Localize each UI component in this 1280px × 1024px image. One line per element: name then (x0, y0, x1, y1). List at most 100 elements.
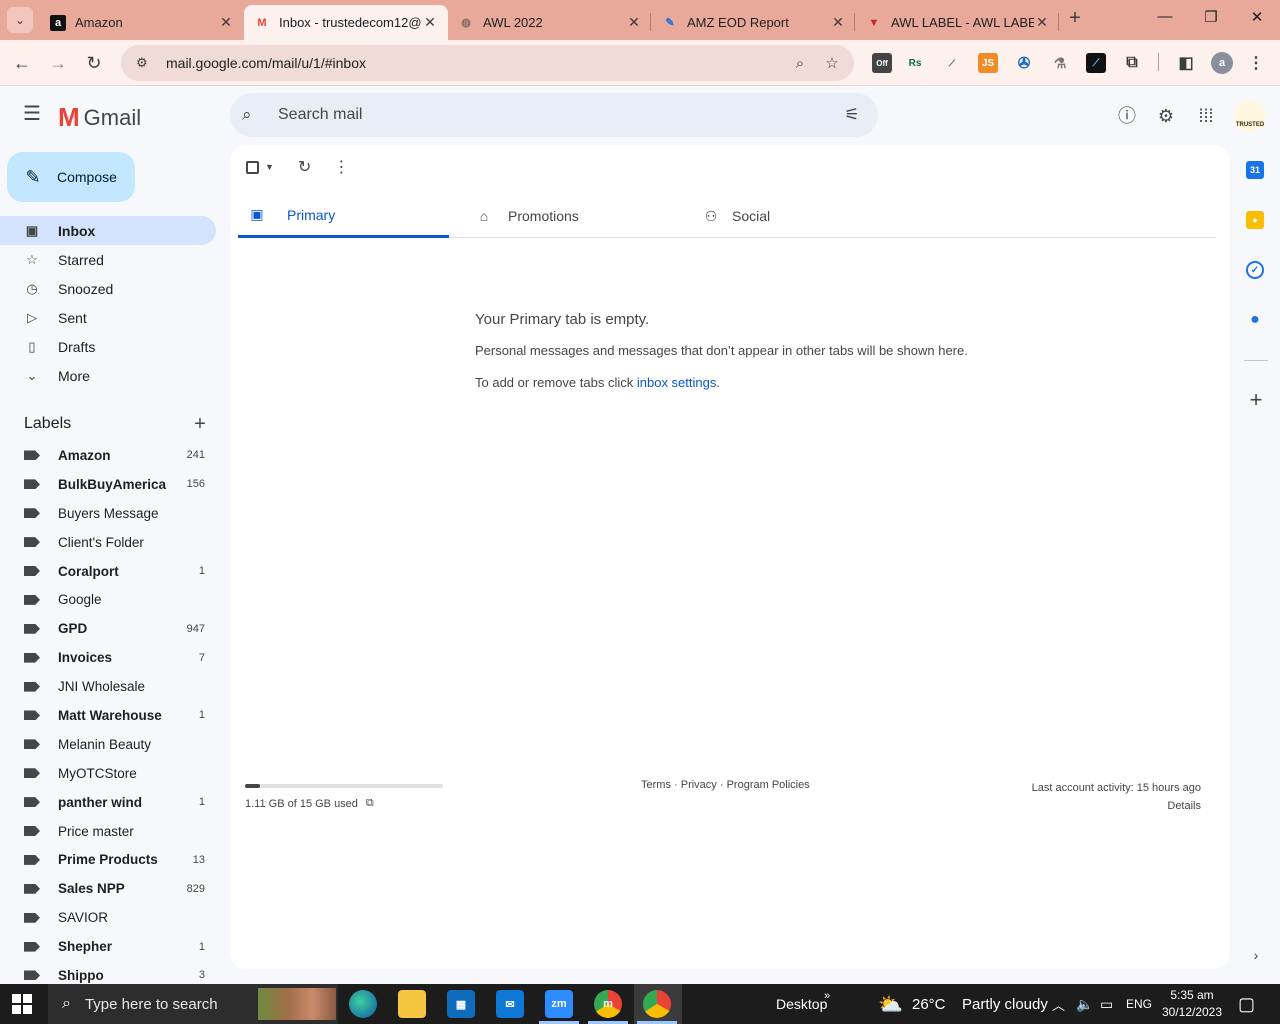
select-dropdown-icon[interactable]: ▼ (265, 162, 274, 172)
label-item[interactable]: Coralport 1 (0, 557, 216, 586)
close-tab-icon[interactable]: ✕ (422, 14, 438, 31)
compose-button[interactable]: ✎ Compose (7, 152, 135, 202)
weather-condition[interactable]: Partly cloudy (962, 984, 1048, 1024)
label-item[interactable]: Buyers Message (0, 499, 216, 528)
new-tab-plus-icon[interactable]: + (1064, 8, 1086, 30)
nav-item-inbox[interactable]: ▣ Inbox (0, 216, 216, 245)
label-item[interactable]: MyOTCStore (0, 759, 216, 788)
label-item[interactable]: Amazon 241 (0, 441, 216, 470)
privacy-link[interactable]: Privacy (681, 779, 717, 791)
label-item[interactable]: Price master (0, 817, 216, 846)
browser-tab-awl-2022[interactable]: ◍ AWL 2022 ✕ (448, 5, 652, 40)
search-input[interactable] (278, 106, 840, 124)
label-item[interactable]: panther wind 1 (0, 788, 216, 817)
search-icon[interactable]: ⌕ (242, 105, 262, 125)
settings-gear-icon[interactable]: ⚙ (1155, 105, 1177, 127)
minimize-window-icon[interactable]: — (1150, 8, 1180, 32)
close-tab-icon[interactable]: ✕ (830, 14, 846, 31)
side-panel-icon[interactable]: ◧ (1176, 53, 1196, 73)
activity-details-link[interactable]: Details (1032, 797, 1201, 815)
nav-item-starred[interactable]: ☆ Starred (0, 245, 216, 274)
zoom-icon[interactable]: ⌕ (790, 55, 810, 72)
taskbar-clock[interactable]: 5:35 am 30/12/2023 (1152, 987, 1232, 1021)
account-avatar[interactable]: TRUSTED (1234, 100, 1266, 132)
tab-promotions[interactable]: ⌂ Promotions (465, 194, 676, 238)
keep-icon[interactable]: ● (1246, 211, 1264, 229)
apps-grid-icon[interactable]: ⁞⁞⁞ (1195, 105, 1217, 127)
close-window-icon[interactable]: ✕ (1242, 8, 1272, 32)
label-item[interactable]: Sales NPP 829 (0, 874, 216, 903)
label-item[interactable]: JNI Wholesale (0, 672, 216, 701)
chrome-profile-icon[interactable]: m (594, 990, 622, 1018)
label-item[interactable]: SAVIOR (0, 903, 216, 932)
reload-icon[interactable]: ↻ (81, 50, 107, 76)
nav-item-sent[interactable]: ▷ Sent (0, 303, 216, 332)
zoom-app-icon[interactable]: zm (545, 990, 573, 1018)
contacts-icon[interactable]: ● (1246, 311, 1264, 329)
label-item[interactable]: Matt Warehouse 1 (0, 701, 216, 730)
desktop-toolbar-label[interactable]: Desktop (776, 984, 827, 1024)
nav-item-more[interactable]: ⌄ More (0, 361, 216, 390)
address-bar[interactable]: ⚙ mail.google.com/mail/u/1/#inbox ⌕ ☆ (121, 45, 854, 81)
forward-arrow-icon[interactable]: → (45, 50, 71, 76)
nav-item-drafts[interactable]: ▯ Drafts (0, 332, 216, 361)
chevron-right-icon[interactable]: › (1245, 947, 1267, 963)
browser-tab-inbox[interactable]: M Inbox - trustedecom12@ ✕ (244, 5, 448, 40)
browser-tab-amz-eod-report[interactable]: ✎ AMZ EOD Report ✕ (652, 5, 856, 40)
refresh-icon[interactable]: ↻ (298, 157, 311, 177)
restore-window-icon[interactable]: ❐ (1196, 8, 1226, 32)
search-options-icon[interactable]: ⚟ (840, 105, 864, 125)
extension-tool-icon[interactable]: ⟋ (942, 53, 962, 73)
extension-js-icon[interactable]: JS (978, 53, 998, 73)
inbox-settings-link[interactable]: inbox settings (637, 375, 717, 390)
mail-icon[interactable]: ✉ (496, 990, 524, 1018)
label-item[interactable]: BulkBuyAmerica 156 (0, 470, 216, 499)
profile-avatar[interactable]: a (1211, 52, 1233, 74)
extension-rs-icon[interactable]: Rs (905, 53, 925, 73)
network-icon[interactable]: ▭ (1100, 984, 1113, 1024)
chrome-icon[interactable] (643, 990, 671, 1018)
show-hidden-icons-icon[interactable]: ︿ (1052, 984, 1065, 1024)
search-bar[interactable]: ⌕ ⚟ (230, 93, 878, 137)
site-info-icon[interactable]: ⚙ (136, 55, 152, 71)
volume-icon[interactable]: 🔈 (1076, 984, 1093, 1024)
tasks-icon[interactable]: ✓ (1246, 261, 1264, 279)
tab-social[interactable]: ⚇ Social (692, 194, 903, 238)
search-highlight-image[interactable] (258, 988, 336, 1020)
get-addons-plus-icon[interactable]: + (1245, 387, 1267, 413)
back-arrow-icon[interactable]: ← (9, 50, 35, 76)
close-tab-icon[interactable]: ✕ (626, 14, 642, 31)
edge-icon[interactable] (349, 990, 377, 1018)
select-all-checkbox[interactable] (246, 160, 259, 174)
label-item[interactable]: Invoices 7 (0, 643, 216, 672)
label-item[interactable]: Client's Folder (0, 528, 216, 557)
toolbar-expand-icon[interactable]: » (824, 976, 830, 1016)
calendar-icon[interactable]: 31 (1246, 161, 1264, 179)
label-item[interactable]: GPD 947 (0, 614, 216, 643)
label-item[interactable]: Melanin Beauty (0, 730, 216, 759)
extension-dark-icon[interactable]: ⟋ (1086, 53, 1106, 73)
extension-gear-icon[interactable]: ✇ (1014, 53, 1034, 73)
main-menu-icon[interactable]: ☰ (20, 103, 44, 127)
gmail-logo[interactable]: M Gmail (58, 102, 141, 133)
program-policies-link[interactable]: Program Policies (727, 779, 810, 791)
browser-tab-awl-label[interactable]: ▼ AWL LABEL - AWL LABEL ✕ (856, 5, 1060, 40)
extensions-puzzle-icon[interactable]: ⧉ (1122, 53, 1142, 73)
label-item[interactable]: Prime Products 13 (0, 845, 216, 874)
create-label-plus-icon[interactable]: + (190, 413, 210, 436)
browser-menu-icon[interactable]: ⋮ (1246, 53, 1266, 73)
extension-off-icon[interactable]: Off (872, 53, 892, 73)
microsoft-store-icon[interactable]: ▦ (447, 990, 475, 1018)
weather-temperature[interactable]: 26°C (912, 984, 946, 1024)
close-tab-icon[interactable]: ✕ (1034, 14, 1050, 31)
bookmark-star-icon[interactable]: ☆ (822, 54, 842, 72)
tab-search-dropdown-icon[interactable]: ⌄ (7, 7, 33, 33)
taskbar-search-box[interactable]: ⌕ Type here to search (48, 984, 338, 1024)
windows-start-icon[interactable] (12, 994, 32, 1014)
close-tab-icon[interactable]: ✕ (218, 14, 234, 31)
input-language[interactable]: ENG (1126, 984, 1152, 1024)
label-item[interactable]: Google (0, 585, 216, 614)
file-explorer-icon[interactable] (398, 990, 426, 1018)
notifications-icon[interactable]: ▢ (1238, 984, 1255, 1024)
terms-link[interactable]: Terms (641, 779, 671, 791)
